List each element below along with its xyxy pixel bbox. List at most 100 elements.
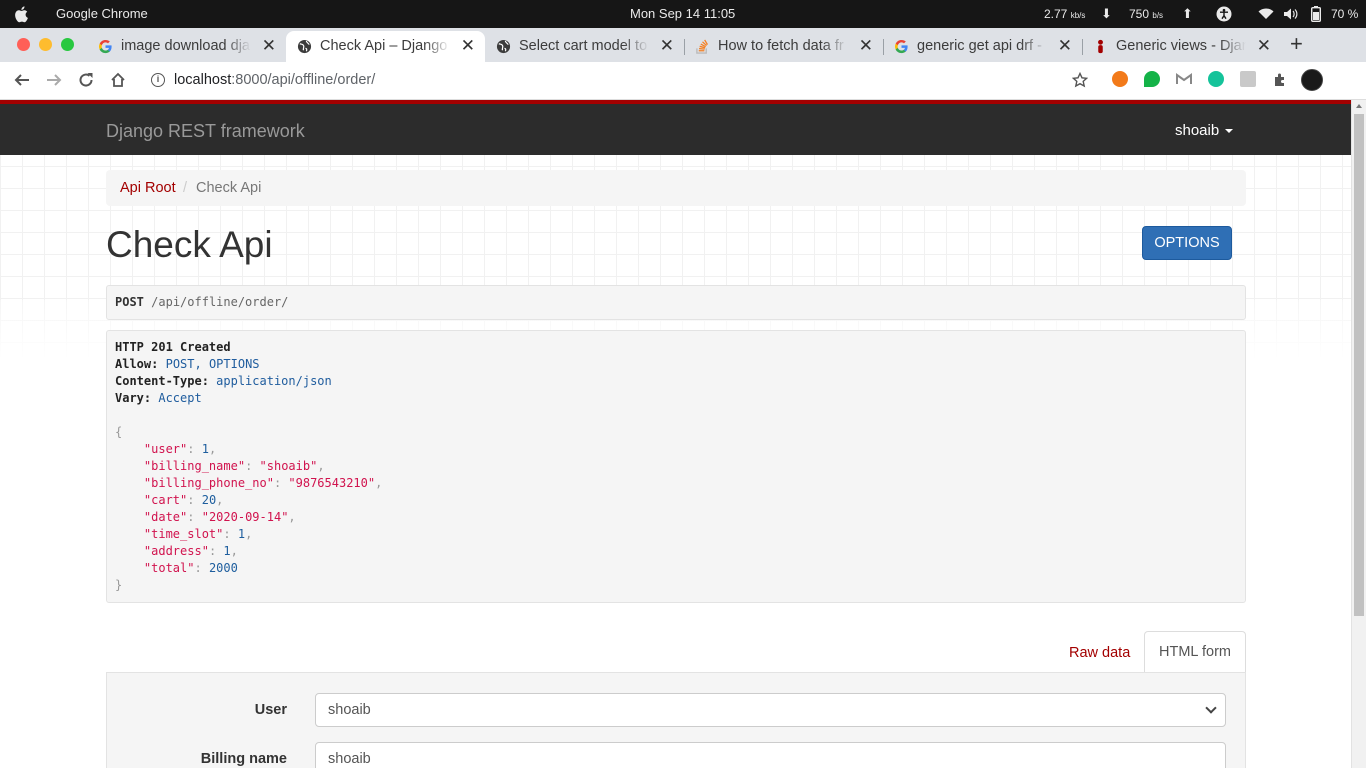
json-close-brace: } — [115, 578, 123, 592]
form-tabs: Raw data HTML form — [106, 631, 1246, 673]
response-info: HTTP 201 Created Allow: POST, OPTIONS Co… — [106, 330, 1246, 603]
scrollbar-thumb[interactable] — [1354, 114, 1364, 616]
request-path: /api/offline/order/ — [151, 295, 289, 309]
globe-icon — [496, 39, 511, 54]
battery-percent: 70 % — [1331, 7, 1359, 21]
tab-strip: image download dja ✕ Check Api – Django … — [0, 28, 1366, 62]
omnibox[interactable]: i localhost:8000/api/offline/order/ — [142, 65, 1102, 96]
tab-close-icon[interactable]: ✕ — [461, 36, 475, 56]
page-viewport: Django REST framework shoaib Api Root / … — [0, 100, 1351, 768]
new-tab-button[interactable]: + — [1290, 31, 1303, 57]
tab-close-icon[interactable]: ✕ — [1257, 36, 1271, 56]
profile-avatar[interactable] — [1301, 69, 1323, 91]
tab-title: Check Api – Django — [320, 38, 448, 54]
accessibility-icon[interactable] — [1216, 6, 1232, 22]
volume-icon[interactable] — [1284, 8, 1298, 20]
json-line: "time_slot": 1, — [143, 527, 253, 541]
url-text[interactable]: localhost:8000/api/offline/order/ — [174, 72, 375, 88]
user-select-value: shoaib — [328, 702, 371, 718]
battery-icon[interactable] — [1311, 6, 1321, 22]
globe-icon — [297, 39, 312, 54]
window-maximize-button[interactable] — [61, 38, 74, 51]
page-scrollbar[interactable] — [1351, 100, 1366, 768]
tab-check-api[interactable]: Check Api – Django ✕ — [286, 31, 485, 62]
user-select[interactable]: shoaib — [315, 693, 1226, 727]
net-up-rate: 750 b/s — [1129, 7, 1164, 21]
wifi-icon[interactable] — [1258, 8, 1274, 20]
user-label: User — [254, 702, 287, 718]
drf-brand[interactable]: Django REST framework — [106, 121, 305, 142]
google-icon — [894, 39, 909, 54]
breadcrumb-api-root[interactable]: Api Root — [120, 180, 176, 196]
site-info-icon[interactable]: i — [151, 73, 165, 87]
page-title: Check Api — [106, 224, 273, 265]
tab-html-form[interactable]: HTML form — [1144, 631, 1246, 673]
billing-name-input[interactable]: shoaib — [315, 742, 1226, 768]
tab-image-download[interactable]: image download dja ✕ — [87, 31, 287, 62]
request-method: POST — [115, 295, 144, 309]
upload-arrow-icon: ⬆ — [1182, 6, 1193, 21]
drf-navbar: Django REST framework shoaib — [0, 100, 1351, 155]
window-minimize-button[interactable] — [39, 38, 52, 51]
home-icon[interactable] — [107, 69, 129, 91]
billing-name-value: shoaib — [328, 751, 371, 767]
caret-down-icon — [1225, 129, 1234, 134]
tab-generic-views[interactable]: Generic views - Djan ✕ — [1082, 31, 1281, 62]
breadcrumb: Api Root / Check Api — [106, 170, 1246, 206]
os-top-bar: Google Chrome Mon Sep 14 11:05 2.77 kb/s… — [0, 0, 1366, 28]
forward-arrow-icon[interactable] — [43, 69, 65, 91]
response-status: HTTP 201 Created — [115, 340, 231, 354]
tab-title: generic get api drf - — [917, 38, 1042, 54]
billing-name-label: Billing name — [200, 751, 287, 767]
json-line: "address": 1, — [143, 544, 238, 558]
user-dropdown[interactable]: shoaib — [1175, 122, 1234, 139]
window-close-button[interactable] — [17, 38, 30, 51]
back-arrow-icon[interactable] — [11, 69, 33, 91]
options-button[interactable]: OPTIONS — [1142, 226, 1232, 260]
tab-close-icon[interactable]: ✕ — [660, 36, 674, 56]
app-name[interactable]: Google Chrome — [56, 6, 148, 21]
extensions-puzzle-icon[interactable] — [1269, 69, 1291, 91]
tab-select-cart-model[interactable]: Select cart model to ✕ — [485, 31, 685, 62]
tab-how-to-fetch[interactable]: How to fetch data fr ✕ — [684, 31, 884, 62]
tab-close-icon[interactable]: ✕ — [262, 36, 276, 56]
gmail-icon[interactable] — [1176, 71, 1192, 87]
clock[interactable]: Mon Sep 14 11:05 — [630, 6, 735, 21]
json-line: "billing_name": "shoaib", — [143, 459, 325, 473]
json-line: "user": 1, — [143, 442, 217, 456]
extension-5-icon[interactable] — [1240, 71, 1256, 87]
stackoverflow-icon — [695, 39, 710, 54]
json-open-brace: { — [115, 425, 123, 439]
response-header: Content-Type: application/json — [115, 374, 332, 388]
tab-title: Generic views - Djan — [1116, 38, 1246, 54]
tab-generic-get-api[interactable]: generic get api drf - ✕ — [883, 31, 1083, 62]
tab-title: Select cart model to — [519, 38, 648, 54]
json-line: "date": "2020-09-14", — [143, 510, 296, 524]
html-form: User shoaib Billing name shoaib — [106, 672, 1246, 768]
net-down-rate: 2.77 kb/s — [1044, 7, 1086, 21]
request-info: POST /api/offline/order/ — [106, 285, 1246, 320]
json-line: "cart": 20, — [143, 493, 224, 507]
extension-2-icon[interactable] — [1144, 71, 1160, 87]
tab-close-icon[interactable]: ✕ — [1058, 36, 1072, 56]
json-line: "total": 2000 — [143, 561, 238, 575]
tab-title: How to fetch data fr — [718, 38, 844, 54]
download-arrow-icon: ⬇ — [1101, 6, 1112, 21]
chevron-down-icon — [1205, 702, 1217, 714]
scroll-up-arrow-icon[interactable] — [1356, 104, 1362, 108]
breadcrumb-divider: / — [183, 180, 188, 196]
breadcrumb-current: Check Api — [196, 180, 262, 196]
grammarly-icon[interactable] — [1208, 71, 1224, 87]
tab-close-icon[interactable]: ✕ — [859, 36, 873, 56]
tab-title: image download dja — [121, 38, 250, 54]
browser-toolbar: i localhost:8000/api/offline/order/ — [0, 62, 1366, 100]
response-header: Allow: POST, OPTIONS — [115, 357, 260, 371]
json-line: "billing_phone_no": "9876543210", — [143, 476, 383, 490]
tab-raw-data[interactable]: Raw data — [1069, 645, 1130, 661]
apple-icon[interactable] — [13, 5, 31, 23]
bookmark-star-icon[interactable] — [1069, 69, 1091, 91]
response-header: Vary: Accept — [115, 391, 202, 405]
extension-1-icon[interactable] — [1112, 71, 1128, 87]
drf-icon — [1093, 39, 1108, 54]
reload-icon[interactable] — [75, 69, 97, 91]
